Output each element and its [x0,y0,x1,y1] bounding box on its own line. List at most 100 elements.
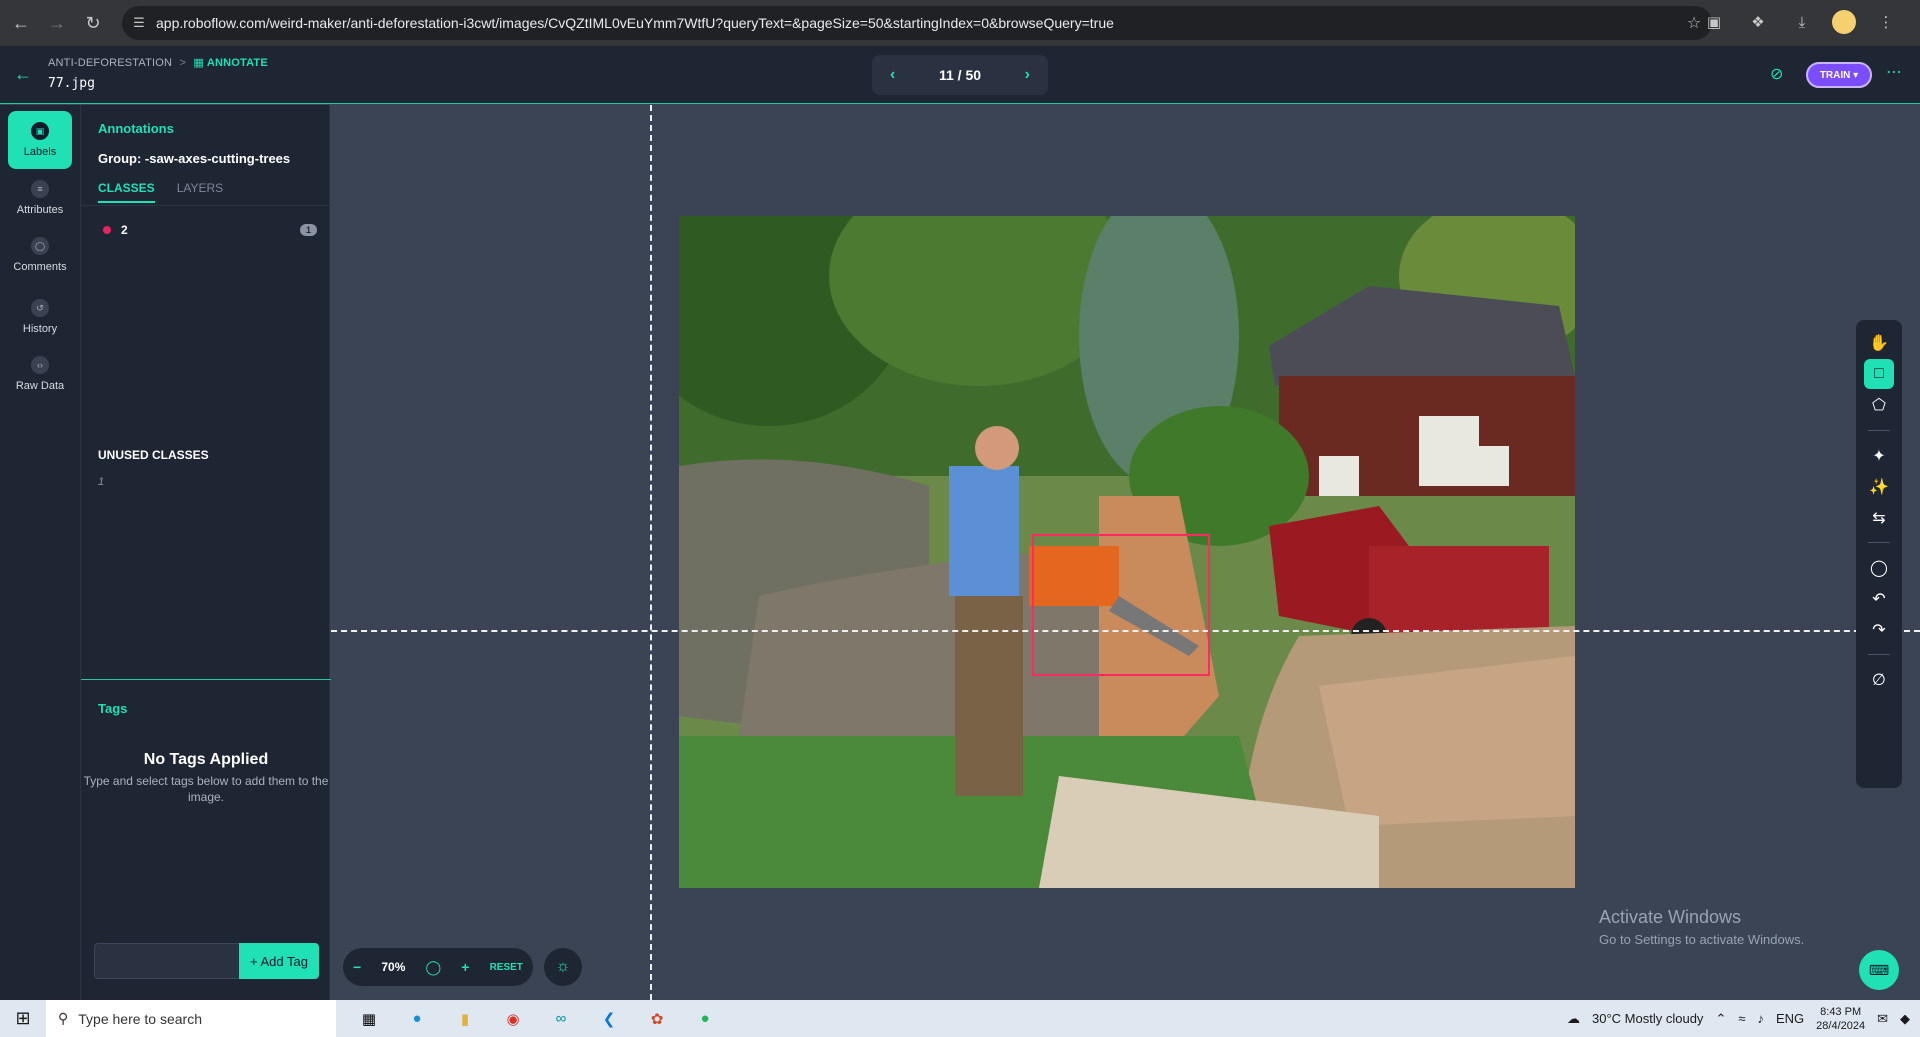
taskbar-search[interactable]: ⚲ Type here to search [46,1000,336,1037]
prev-image-icon[interactable]: ‹ [890,66,895,84]
lock-icon[interactable]: ◯ [425,959,441,976]
annotation-panel: Annotations Group: -saw-axes-cutting-tre… [80,105,331,1000]
left-rail: ▣ Labels ≡ Attributes ◯ Comments ↺ Histo… [0,105,80,1000]
brightness-icon[interactable]: ☼ [544,948,582,986]
add-tag-button[interactable]: + Add Tag [239,943,319,979]
site-info-icon[interactable]: ☰ [122,15,156,31]
rail-label: Attributes [16,204,64,216]
redo-icon[interactable]: ↷ [1864,615,1894,645]
more-options-icon[interactable]: ⋯ [1886,62,1902,82]
rail-label: Comments [13,261,67,273]
pager-text: 11 / 50 [938,67,982,83]
activate-title: Activate Windows [1599,907,1742,927]
crosshair-vertical [650,105,652,1000]
polygon-tool-icon[interactable]: ⬠ [1864,390,1894,420]
tab-classes[interactable]: CLASSES [98,181,155,203]
null-icon[interactable]: ∅ [1864,665,1894,695]
hide-annotations-icon[interactable]: ⊘ [1770,64,1783,84]
class-row[interactable]: 2 1 [103,223,317,237]
tool-toolbar: ✋ □ ⬠ ✦ ✨ ⇆ ◯ ↶ ↷ ∅ [1856,320,1902,788]
bounding-box-tool-icon[interactable]: □ [1864,359,1894,389]
copilot-icon[interactable]: ◆ [1900,1011,1910,1027]
comment-tool-icon[interactable]: ◯ [1864,553,1894,583]
vscode-icon[interactable]: ❮ [594,1004,624,1034]
zoom-controls: − 70% ◯ + RESET [343,948,533,986]
extensions-icon[interactable]: ❖ [1744,8,1772,36]
rail-item-attributes[interactable]: ≡ Attributes [8,169,72,227]
class-color-dot [103,226,111,234]
tab-layers[interactable]: LAYERS [177,181,223,203]
reset-zoom-button[interactable]: RESET [490,962,523,973]
bounding-box-annotation[interactable] [1032,534,1210,676]
url-text[interactable]: app.roboflow.com/weird-maker/anti-defore… [156,15,1676,31]
browser-toolbar: ← → ↻ ☰ app.roboflow.com/weird-maker/ant… [0,0,1920,46]
unused-classes-title: UNUSED CLASSES [98,448,209,462]
next-image-icon[interactable]: › [1025,66,1030,84]
unused-class-item[interactable]: 1 [98,476,104,488]
volume-icon[interactable]: ♪ [1757,1011,1764,1026]
chrome-icon[interactable]: ◉ [498,1004,528,1034]
file-explorer-icon[interactable]: ▮ [450,1004,480,1034]
tabs-divider [81,205,331,206]
edge-icon[interactable]: ● [402,1004,432,1034]
breadcrumb-current: ANNOTATE [206,57,268,69]
image-pager: ‹ 11 / 50 › [872,55,1048,95]
task-view-icon[interactable]: ▦ [354,1004,384,1034]
weather-text[interactable]: 30°C Mostly cloudy [1592,1011,1703,1026]
breadcrumb: ANTI-DEFORESTATION > ▦ ANNOTATE [48,56,268,69]
search-icon: ⚲ [58,1010,69,1026]
train-button[interactable]: TRAIN ▾ [1806,62,1872,88]
windows-start-icon[interactable]: ⊞ [0,1008,46,1029]
forward-icon[interactable]: → [42,8,72,38]
notification-icon[interactable]: ✉ [1877,1011,1888,1027]
keyboard-shortcuts-icon[interactable]: ⌨ [1859,950,1899,990]
arduino-icon[interactable]: ∞ [546,1004,576,1034]
rail-item-comments[interactable]: ◯ Comments [8,226,72,284]
clock[interactable]: 8:43 PM 28/4/2024 [1816,1005,1865,1033]
incognito-icon[interactable]: ▣ [1700,8,1728,36]
history-icon: ↺ [31,299,49,317]
paint-icon[interactable]: ✿ [642,1004,672,1034]
repeat-icon[interactable]: ⇆ [1864,503,1894,533]
breadcrumb-project[interactable]: ANTI-DEFORESTATION [48,57,172,69]
toolbar-divider [1868,542,1890,543]
list-icon: ≡ [31,180,49,198]
rail-label: Raw Data [15,380,65,392]
download-icon[interactable]: ⤓ [1788,8,1816,36]
profile-avatar[interactable] [1832,10,1856,34]
group-name: Group: -saw-axes-cutting-trees [98,151,291,166]
breadcrumb-annotate: ▦ ANNOTATE [193,57,268,69]
back-arrow-icon[interactable]: ← [14,64,32,85]
spotify-icon[interactable]: ● [690,1004,720,1034]
back-icon[interactable]: ← [6,8,36,38]
train-label: TRAIN [1819,69,1851,81]
reload-icon[interactable]: ↻ [78,8,108,38]
chevron-up-icon[interactable]: ⌃ [1715,1011,1726,1027]
panel-title: Annotations [98,121,174,136]
toolbar-divider [1868,654,1890,655]
address-bar[interactable]: ☰ app.roboflow.com/weird-maker/anti-defo… [122,6,1712,40]
annotation-canvas[interactable]: − 70% ◯ + RESET ☼ ✋ □ ⬠ ✦ ✨ ⇆ ◯ ↶ ↷ ∅ Ac… [331,105,1920,1000]
comment-icon: ◯ [31,237,49,255]
rail-item-raw-data[interactable]: ‹› Raw Data [8,345,72,403]
magic-wand-icon[interactable]: ✨ [1864,472,1894,502]
code-icon: ‹› [31,356,49,374]
network-icon[interactable]: ≈ [1738,1011,1745,1026]
undo-icon[interactable]: ↶ [1864,584,1894,614]
language-indicator[interactable]: ENG [1776,1011,1804,1026]
menu-icon[interactable]: ⋮ [1872,8,1900,36]
rail-item-labels[interactable]: ▣ Labels [8,111,72,169]
zoom-out-icon[interactable]: − [353,959,361,975]
rail-label: History [22,323,58,335]
rail-item-history[interactable]: ↺ History [8,288,72,346]
smart-polygon-icon[interactable]: ✦ [1864,441,1894,471]
rail-label: Labels [23,146,57,158]
tag-input[interactable] [94,943,240,979]
no-tags-message: No Tags Applied Type and select tags bel… [81,751,331,805]
pan-hand-icon[interactable]: ✋ [1864,328,1894,358]
app-header: ← ANTI-DEFORESTATION > ▦ ANNOTATE 77.jpg… [0,46,1920,104]
zoom-level: 70% [381,960,406,974]
class-name: 2 [121,223,128,237]
zoom-in-icon[interactable]: + [461,959,469,975]
clock-time: 8:43 PM [1820,1005,1862,1018]
